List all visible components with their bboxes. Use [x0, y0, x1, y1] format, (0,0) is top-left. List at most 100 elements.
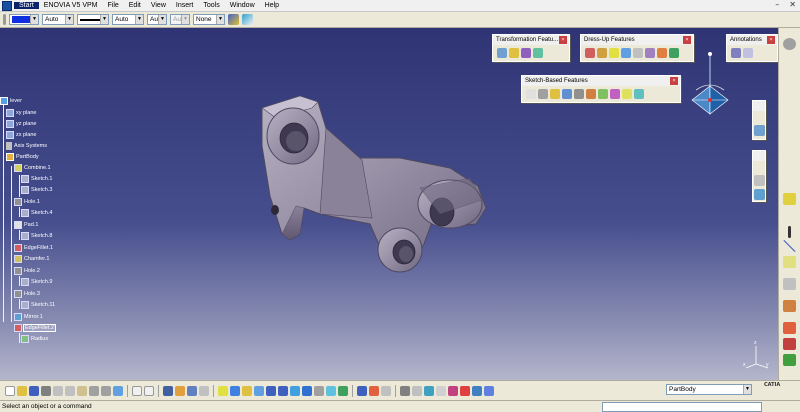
- tree-node-hole-3[interactable]: Hole.3: [14, 289, 41, 299]
- settings-icon[interactable]: [783, 38, 796, 50]
- groove-icon[interactable]: [562, 89, 572, 99]
- toolbar-sketch-based[interactable]: Sketch-Based Features ×: [521, 75, 681, 103]
- toolbar-clipped-1[interactable]: [752, 100, 766, 140]
- shaft-icon[interactable]: [550, 89, 560, 99]
- chevron-down-icon[interactable]: ▼: [216, 15, 224, 24]
- expand-icon[interactable]: [6, 142, 12, 150]
- minimize-icon[interactable]: –: [775, 0, 779, 9]
- line-type-combo[interactable]: Auto ▼: [112, 14, 144, 25]
- tree-node-sketch-11[interactable]: Sketch.11: [21, 300, 56, 310]
- menu-file[interactable]: File: [102, 2, 123, 9]
- analysis-tool-icon[interactable]: [448, 385, 458, 396]
- scale-label-icon[interactable]: [436, 385, 446, 396]
- tree-node-sketch-4[interactable]: Sketch.4: [21, 208, 53, 218]
- tree-node-combine-1[interactable]: Combine.1: [14, 163, 52, 173]
- toolbar-clipped-2[interactable]: [752, 150, 766, 202]
- tree-node-edgefillet-2[interactable]: EdgeFillet.2: [14, 323, 57, 333]
- zoom-in-icon[interactable]: [266, 385, 276, 396]
- menu-tools[interactable]: Tools: [198, 2, 224, 9]
- chevron-down-icon[interactable]: ▼: [135, 15, 143, 24]
- plane-tool-icon[interactable]: [783, 256, 796, 268]
- tool-icon[interactable]: [754, 175, 765, 186]
- menu-help[interactable]: Help: [260, 2, 284, 9]
- sketch-tool-icon[interactable]: [783, 193, 796, 205]
- point-type-combo[interactable]: Aut ▼: [147, 14, 167, 25]
- instance-icon[interactable]: [187, 385, 197, 396]
- chevron-down-icon[interactable]: ▼: [181, 15, 189, 24]
- pattern-icon[interactable]: [521, 48, 531, 58]
- chevron-down-icon[interactable]: ▼: [743, 385, 751, 394]
- tool-icon[interactable]: [754, 189, 765, 200]
- close-icon[interactable]: ×: [670, 77, 678, 85]
- swap-space-icon[interactable]: [338, 385, 348, 396]
- chevron-down-icon[interactable]: ▼: [30, 15, 38, 24]
- scale-icon[interactable]: [533, 48, 543, 58]
- measure-item-icon[interactable]: [381, 385, 391, 396]
- measure-between-icon[interactable]: [369, 385, 379, 396]
- fill-color-combo[interactable]: ▼: [9, 14, 39, 25]
- analysis-icon[interactable]: [783, 354, 796, 366]
- chamfer-icon[interactable]: [597, 48, 607, 58]
- remove-face-icon[interactable]: [657, 48, 667, 58]
- render-icon[interactable]: [783, 338, 796, 350]
- pocket-icon[interactable]: [538, 89, 548, 99]
- undo-icon[interactable]: [89, 385, 99, 396]
- chevron-down-icon[interactable]: ▼: [100, 15, 108, 24]
- rotate-icon[interactable]: [254, 385, 264, 396]
- menu-edit[interactable]: Edit: [124, 2, 146, 9]
- tool-icon[interactable]: [754, 125, 765, 136]
- remove-loft-icon[interactable]: [634, 89, 644, 99]
- normal-view-icon[interactable]: [290, 385, 300, 396]
- transparency-combo[interactable]: Auto ▼: [42, 14, 74, 25]
- menu-view[interactable]: View: [146, 2, 171, 9]
- paste-icon[interactable]: [77, 385, 87, 396]
- brush-icon[interactable]: [242, 14, 253, 25]
- new-icon[interactable]: [5, 385, 15, 396]
- thread-icon[interactable]: [645, 48, 655, 58]
- close-icon[interactable]: ×: [683, 36, 691, 44]
- tree-node-yz-plane[interactable]: yz plane: [6, 119, 38, 129]
- tree-node-hole-1[interactable]: Hole.1: [14, 197, 41, 207]
- tree-node-root[interactable]: lever: [0, 96, 23, 106]
- part-tool-icon[interactable]: [175, 385, 185, 396]
- knowledge-icon[interactable]: [199, 385, 209, 396]
- hole-icon[interactable]: [574, 89, 584, 99]
- loft-icon[interactable]: [622, 89, 632, 99]
- menu-start[interactable]: Start: [14, 2, 39, 9]
- body-select-icon[interactable]: [484, 385, 494, 396]
- tree-node-edgefillet-1[interactable]: EdgeFillet.1: [14, 243, 54, 253]
- fly-mode-icon[interactable]: [218, 385, 228, 396]
- close-icon[interactable]: ×: [559, 36, 567, 44]
- stiffener-icon[interactable]: [610, 89, 620, 99]
- cylinder-icon[interactable]: [472, 385, 482, 396]
- slot-icon[interactable]: [598, 89, 608, 99]
- tree-node-xy-plane[interactable]: xy plane: [6, 108, 38, 118]
- compass-widget[interactable]: [688, 50, 732, 130]
- toolbar-grip[interactable]: [3, 14, 6, 25]
- constraint-icon[interactable]: [424, 385, 434, 396]
- tree-node-sketch-9[interactable]: Sketch.9: [21, 277, 53, 287]
- point-icon[interactable]: [788, 226, 791, 238]
- tree-node-mirror-1[interactable]: Mirror.1: [14, 312, 44, 322]
- edge-fillet-icon[interactable]: [585, 48, 595, 58]
- apply-material-icon[interactable]: [783, 322, 796, 334]
- menu-insert[interactable]: Insert: [171, 2, 199, 9]
- comment-icon[interactable]: [144, 385, 154, 396]
- menu-window[interactable]: Window: [225, 2, 260, 9]
- line-thickness-combo[interactable]: ▼: [77, 14, 109, 25]
- formula-icon[interactable]: [132, 385, 142, 396]
- command-input[interactable]: [602, 402, 762, 412]
- layer-combo[interactable]: None ▼: [193, 14, 225, 25]
- translate-icon[interactable]: [497, 48, 507, 58]
- hide-show-icon[interactable]: [326, 385, 336, 396]
- pan-icon[interactable]: [242, 385, 252, 396]
- tree-node-radius[interactable]: Radius: [21, 334, 49, 344]
- tree-node-sketch-3[interactable]: Sketch.3: [21, 185, 53, 195]
- print-icon[interactable]: [41, 385, 51, 396]
- draft-icon[interactable]: [609, 48, 619, 58]
- update-icon[interactable]: [400, 385, 410, 396]
- open-icon[interactable]: [17, 385, 27, 396]
- toolbar-annotations[interactable]: Annotations ×: [726, 34, 778, 62]
- pad-icon[interactable]: [526, 89, 536, 99]
- flag-note-icon[interactable]: [743, 48, 753, 58]
